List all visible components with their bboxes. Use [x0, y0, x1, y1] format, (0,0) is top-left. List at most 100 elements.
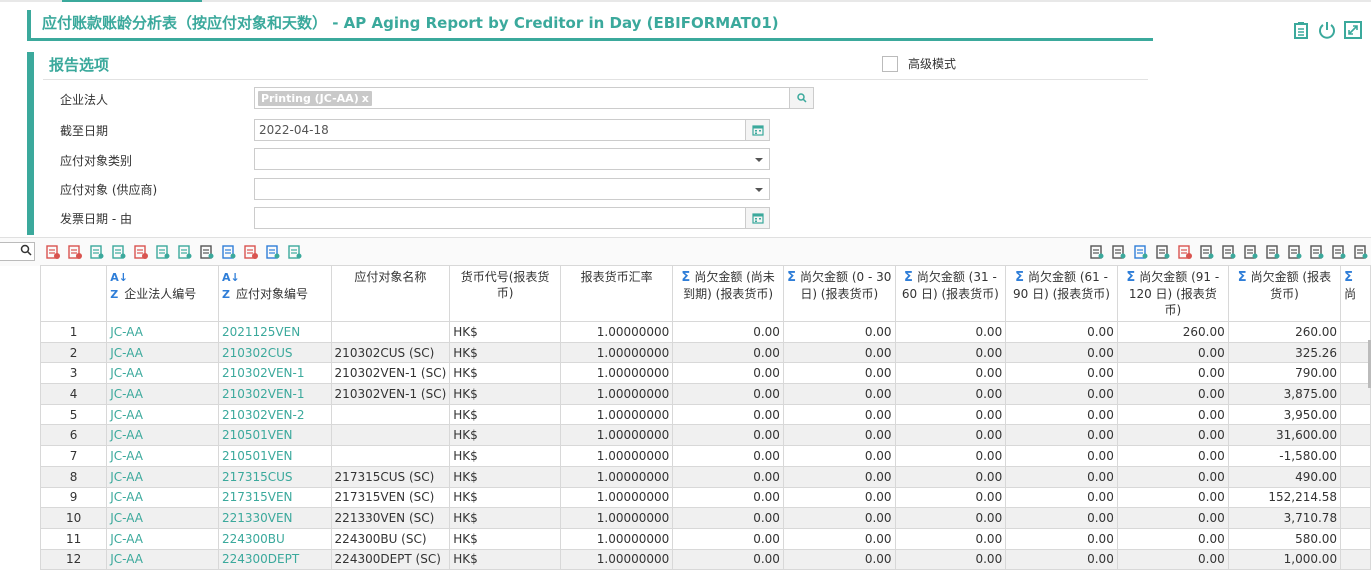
table-cell[interactable]: 221330VEN	[217, 507, 332, 529]
chart-columns-icon[interactable]	[196, 242, 217, 262]
table-cell[interactable]: JC-AA	[106, 527, 219, 550]
table-cell[interactable]: JC-AA	[106, 486, 219, 509]
table-cell: 0.00	[894, 465, 1007, 488]
clipboard-icon[interactable]	[1291, 20, 1311, 40]
save-as-icon[interactable]	[1284, 242, 1305, 262]
invoice-date-from-field[interactable]	[254, 207, 770, 229]
save-icon[interactable]	[1262, 242, 1283, 262]
header-not-due[interactable]: Σ 尚欠金额 (尚未到期) (报表货币)	[672, 265, 784, 322]
table-cell[interactable]: 210302VEN-2	[217, 403, 332, 426]
table-cell[interactable]: 217315VEN	[217, 486, 332, 509]
advanced-mode-toggle[interactable]: 高级模式	[882, 55, 956, 72]
table-row[interactable]: 2 JC-AA 210302CUS 210302CUS (SC) HK$ 1.000000…	[39, 341, 1371, 364]
table-cell[interactable]: JC-AA	[106, 362, 219, 385]
table-row[interactable]: 12 JC-AA 224300DEPT 224300DEPT (SC) HK$ 1.000…	[39, 548, 1371, 571]
search-icon[interactable]	[789, 88, 813, 108]
paste-icon[interactable]	[1350, 242, 1371, 262]
table-cell[interactable]: 210501VEN	[217, 445, 332, 467]
sum-view-icon[interactable]	[262, 242, 283, 262]
header-more[interactable]: Σ尚	[1340, 265, 1371, 322]
header-outstanding[interactable]: Σ 尚欠金额 (报表货币)	[1227, 265, 1342, 322]
table-row[interactable]: 8 JC-AA 217315CUS 217315CUS (SC) HK$ 1.000000…	[39, 465, 1371, 488]
table-row[interactable]: 3 JC-AA 210302VEN-1 210302VEN-1 (SC) HK$ 1.00…	[39, 362, 1371, 385]
table-row[interactable]: 9 JC-AA 217315VEN 217315VEN (SC) HK$ 1.000000…	[39, 486, 1371, 509]
sum-icon[interactable]: Σ	[681, 270, 690, 285]
search-icon[interactable]	[20, 244, 32, 259]
header-currency[interactable]: 货币代号(报表货币)	[449, 265, 561, 322]
table-cell[interactable]: 210501VEN	[217, 424, 332, 447]
export-group-icon[interactable]	[284, 242, 305, 262]
table-cell[interactable]: 2021125VEN	[217, 321, 332, 343]
sum-icon[interactable]: Σ	[1015, 270, 1024, 285]
table-cell[interactable]: JC-AA	[106, 321, 219, 343]
table-cell[interactable]: JC-AA	[106, 424, 219, 447]
header-creditor-name[interactable]: 应付对象名称	[330, 265, 451, 322]
header-0-30[interactable]: Σ 尚欠金额 (0 - 30 日) (报表货币)	[782, 265, 896, 322]
creditor-select[interactable]	[254, 178, 770, 200]
table-row[interactable]: 1 JC-AA 2021125VEN HK$ 1.00000000 0.00 0.00 0.0…	[39, 321, 1371, 343]
header-index[interactable]	[39, 265, 108, 322]
header-exchange-rate[interactable]: 报表货币汇率	[559, 265, 674, 322]
table-cell[interactable]: 224300DEPT	[217, 548, 332, 571]
table-cell[interactable]: 210302CUS	[217, 341, 332, 364]
grid-search-input[interactable]	[0, 242, 35, 261]
table-cell[interactable]: JC-AA	[106, 383, 219, 405]
table-cell[interactable]: 210302VEN-1	[217, 383, 332, 405]
run-icon[interactable]	[86, 242, 107, 262]
add-icon[interactable]	[108, 242, 129, 262]
table-row[interactable]: 6 JC-AA 210501VEN HK$ 1.00000000 0.00 0.00 0.00…	[39, 424, 1371, 447]
header-91-120[interactable]: Σ 尚欠金额 (91 - 120 日) (报表货币)	[1116, 265, 1229, 322]
remove-icon[interactable]	[130, 242, 151, 262]
table-row[interactable]: 10 JC-AA 221330VEN 221330VEN (SC) HK$ 1.00000…	[39, 507, 1371, 529]
expand-icon[interactable]	[1343, 20, 1363, 40]
table-cell[interactable]: JC-AA	[106, 403, 219, 426]
table-cell[interactable]: JC-AA	[106, 445, 219, 467]
column-remove-icon[interactable]	[42, 242, 63, 262]
sum-icon[interactable]: Σ	[904, 270, 913, 285]
header-31-60[interactable]: Σ 尚欠金额 (31 - 60 日) (报表货币)	[894, 265, 1007, 322]
formula-icon[interactable]	[1130, 242, 1151, 262]
header-61-90[interactable]: Σ 尚欠金额 (61 - 90 日) (报表货币)	[1005, 265, 1118, 322]
header-creditor-code[interactable]: A↓ Z 应付对象编号	[217, 265, 332, 322]
split-columns-icon[interactable]	[152, 242, 173, 262]
legal-entity-chip[interactable]: Printing (JC-AA) x	[258, 91, 372, 106]
table-cell[interactable]: JC-AA	[106, 548, 219, 571]
advanced-mode-checkbox[interactable]	[882, 55, 898, 72]
table-row[interactable]: 4 JC-AA 210302VEN-1 210302VEN-1 (SC) HK$ 1.00…	[39, 383, 1371, 405]
report-icon[interactable]	[1108, 242, 1129, 262]
pdf-icon[interactable]	[1174, 242, 1195, 262]
header-entity-code[interactable]: A↓ Z 企业法人编号	[106, 265, 219, 322]
table-cell[interactable]: 217315CUS	[217, 465, 332, 488]
table-row[interactable]: 7 JC-AA 210501VEN HK$ 1.00000000 0.00 0.00 0.00…	[39, 445, 1371, 467]
fit-columns-icon[interactable]	[174, 242, 195, 262]
legal-entity-field[interactable]: Printing (JC-AA) x	[254, 87, 814, 109]
table-row[interactable]: 11 JC-AA 224300BU 224300BU (SC) HK$ 1.0000000…	[39, 527, 1371, 550]
grid-remove-icon[interactable]	[64, 242, 85, 262]
sum-icon[interactable]: Σ	[1238, 270, 1247, 285]
screen-icon[interactable]	[1240, 242, 1261, 262]
table-cell[interactable]: JC-AA	[106, 507, 219, 529]
creditor-category-select[interactable]	[254, 148, 770, 170]
calendar-icon[interactable]	[745, 208, 769, 228]
sum-icon[interactable]: Σ	[1126, 270, 1135, 285]
table-cell[interactable]: 210302VEN-1	[217, 362, 332, 385]
excel-icon[interactable]	[1196, 242, 1217, 262]
table-cell: 0.00	[894, 403, 1007, 426]
table-cell[interactable]: JC-AA	[106, 465, 219, 488]
save-layout-icon[interactable]	[1306, 242, 1327, 262]
chip-remove-icon[interactable]: x	[362, 92, 369, 105]
table-cell[interactable]: 224300BU	[217, 527, 332, 550]
sum-icon[interactable]: Σ	[1344, 270, 1353, 285]
sum-add-icon[interactable]	[218, 242, 239, 262]
chart-icon[interactable]	[1086, 242, 1107, 262]
table-cell[interactable]: JC-AA	[106, 341, 219, 364]
as-of-date-field[interactable]: 2022-04-18	[254, 119, 770, 141]
sum-remove-icon[interactable]	[240, 242, 261, 262]
table-row[interactable]: 5 JC-AA 210302VEN-2 HK$ 1.00000000 0.00 0.00 0.…	[39, 403, 1371, 426]
sum-icon[interactable]: Σ	[787, 270, 796, 285]
copy-icon[interactable]	[1328, 242, 1349, 262]
power-icon[interactable]	[1317, 20, 1337, 40]
calendar-icon[interactable]	[745, 120, 769, 140]
print-icon[interactable]	[1218, 242, 1239, 262]
find-icon[interactable]	[1152, 242, 1173, 262]
